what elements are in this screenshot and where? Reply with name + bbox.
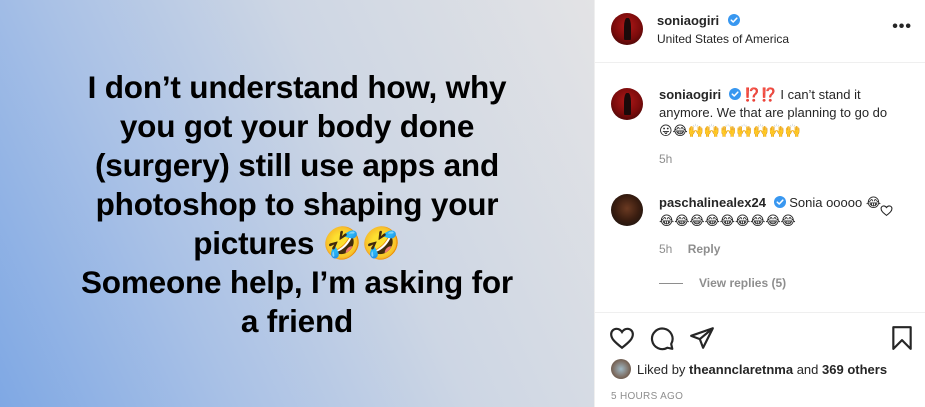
- post-side-panel: soniaogiri United States of America ••• …: [594, 0, 925, 407]
- liker-username[interactable]: theannclaretnma: [689, 362, 793, 377]
- avatar[interactable]: [611, 13, 643, 45]
- post-image[interactable]: I don’t understand how, why you got your…: [0, 0, 594, 407]
- likes-middle: and: [793, 362, 823, 377]
- bookmark-icon[interactable]: [889, 325, 915, 351]
- view-replies-label: View replies (5): [699, 276, 787, 290]
- post-text-line: you got your body done: [119, 108, 475, 144]
- post-image-text: I don’t understand how, why you got your…: [30, 68, 564, 341]
- header-user: soniaogiri: [657, 12, 740, 30]
- caption-time[interactable]: 5h: [659, 152, 672, 166]
- header-location[interactable]: United States of America: [657, 32, 789, 46]
- post-header: soniaogiri United States of America •••: [595, 0, 925, 63]
- post-text-line: pictures 🤣🤣: [193, 225, 401, 261]
- post-text-line: (surgery) still use apps and: [94, 147, 499, 183]
- comment-time[interactable]: 5h: [659, 242, 672, 256]
- header-username[interactable]: soniaogiri: [657, 13, 719, 28]
- post-text-line: Someone help, I’m asking for: [81, 264, 513, 300]
- caption-meta: 5h: [659, 150, 889, 168]
- heart-icon[interactable]: [880, 204, 893, 217]
- verified-badge-icon: [773, 196, 786, 208]
- post-text-line: I don’t understand how, why: [87, 69, 507, 105]
- post-text-line: a friend: [240, 303, 354, 339]
- avatar[interactable]: [611, 194, 643, 226]
- comment-body: paschalinealex24 Sonia ooooo 😂😂😂😂😂😂😂😂😂😂 …: [659, 194, 889, 258]
- reply-button[interactable]: Reply: [688, 242, 721, 256]
- view-replies-button[interactable]: View replies (5): [659, 276, 786, 290]
- likes-prefix: Liked by: [637, 362, 690, 377]
- verified-badge-icon: [728, 88, 741, 100]
- share-icon[interactable]: [689, 325, 715, 351]
- post-timestamp[interactable]: 5 HOURS AGO: [611, 391, 683, 402]
- post-actions: Liked by theannclaretnma and 369 others …: [595, 312, 925, 407]
- avatar[interactable]: [611, 359, 631, 379]
- verified-badge-icon: [727, 14, 740, 26]
- divider: [659, 283, 683, 285]
- caption-body: soniaogiri ⁉️⁉️ I can’t stand it anymore…: [659, 86, 889, 168]
- more-horizontal-icon[interactable]: •••: [892, 18, 912, 36]
- likes-others[interactable]: 369 others: [822, 362, 887, 377]
- avatar[interactable]: [611, 88, 643, 120]
- post-text-line: photoshop to shaping your: [95, 186, 499, 222]
- comment-username[interactable]: paschalinealex24: [659, 195, 766, 210]
- likes-summary: Liked by theannclaretnma and 369 others: [611, 359, 887, 379]
- comment-meta: 5h Reply: [659, 240, 889, 258]
- caption-username[interactable]: soniaogiri: [659, 87, 721, 102]
- comment-icon[interactable]: [649, 325, 675, 351]
- heart-icon[interactable]: [609, 325, 635, 351]
